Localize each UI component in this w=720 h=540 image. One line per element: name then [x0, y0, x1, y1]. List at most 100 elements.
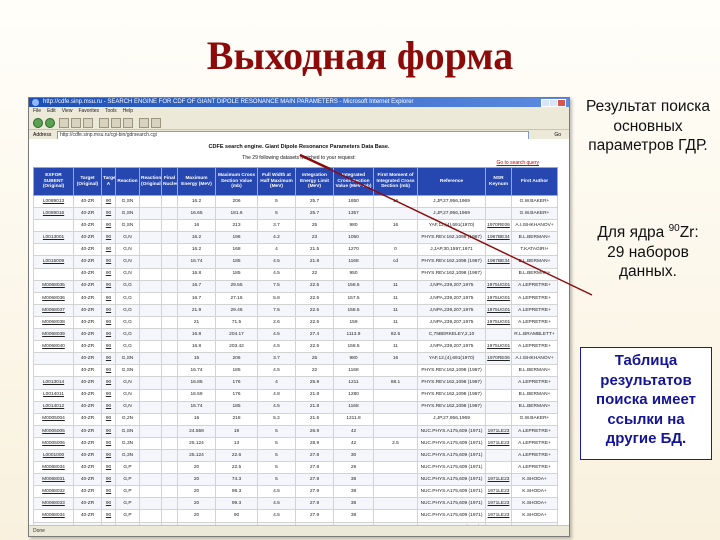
- table-cell[interactable]: 90: [101, 424, 116, 438]
- column-header[interactable]: Target A: [101, 167, 116, 196]
- table-cell[interactable]: M0068037: [33, 303, 74, 317]
- table-cell[interactable]: 1971LE23: [485, 509, 512, 523]
- menu-item[interactable]: Help: [123, 107, 133, 115]
- search-icon[interactable]: [99, 118, 109, 128]
- table-cell[interactable]: 1971LE23: [485, 473, 512, 487]
- table-cell[interactable]: 90: [101, 328, 116, 342]
- back-icon[interactable]: [33, 118, 43, 128]
- table-cell[interactable]: 1975UG01: [485, 291, 512, 305]
- table-cell[interactable]: 90: [101, 194, 116, 209]
- table-cell[interactable]: M0068040: [33, 340, 74, 354]
- table-cell: 42: [333, 436, 374, 450]
- table-cell[interactable]: 1970RE06: [485, 219, 512, 233]
- table-cell[interactable]: M0068034: [33, 509, 74, 523]
- menu-item[interactable]: Tools: [105, 107, 117, 115]
- column-header[interactable]: Integrated Cross Section Value (MeV*mb): [333, 167, 374, 196]
- search-query-link[interactable]: Go to search query: [496, 160, 539, 166]
- menu-item[interactable]: Edit: [47, 107, 56, 115]
- home-icon[interactable]: [83, 118, 93, 128]
- table-cell[interactable]: 90: [101, 207, 116, 221]
- table-cell[interactable]: 1971LE23: [485, 436, 512, 450]
- table-cell[interactable]: L0014011: [33, 388, 74, 402]
- table-cell[interactable]: 90: [101, 400, 116, 414]
- column-header[interactable]: Maximum Cross Section Value (mb): [215, 167, 258, 196]
- table-cell[interactable]: M0005006: [33, 436, 74, 450]
- table-cell[interactable]: 90: [101, 352, 116, 366]
- refresh-icon[interactable]: [71, 118, 81, 128]
- table-cell: [485, 448, 512, 463]
- table-cell[interactable]: 1971LE23: [485, 485, 512, 499]
- table-cell[interactable]: 90: [101, 509, 116, 523]
- table-cell[interactable]: 90: [101, 243, 116, 257]
- table-cell[interactable]: 90: [101, 279, 116, 293]
- column-header[interactable]: Maximum Energy (MeV): [177, 167, 216, 196]
- column-header[interactable]: First Moment of Integrated Cross Section…: [373, 167, 418, 196]
- mail-icon[interactable]: [139, 118, 149, 128]
- menu-item[interactable]: View: [62, 107, 73, 115]
- table-cell[interactable]: M0068033: [33, 497, 74, 511]
- table-cell[interactable]: M0068039: [33, 328, 74, 342]
- table-cell[interactable]: L0089013: [33, 194, 74, 209]
- table-cell[interactable]: L0013001: [33, 231, 74, 245]
- column-header[interactable]: Integration Energy Limit (MeV): [295, 167, 334, 196]
- table-cell[interactable]: L0013014: [33, 376, 74, 390]
- column-header[interactable]: EXFOR SUBENT (Original): [33, 167, 74, 196]
- stop-icon[interactable]: [59, 118, 69, 128]
- table-cell[interactable]: L0015009: [33, 255, 74, 269]
- table-cell[interactable]: 90: [101, 461, 116, 475]
- table-cell[interactable]: 90: [101, 340, 116, 354]
- table-cell[interactable]: 1975UG01: [485, 303, 512, 317]
- table-cell[interactable]: 90: [101, 473, 116, 487]
- column-header[interactable]: Full Width at Half Maximum (MeV): [257, 167, 296, 196]
- table-cell[interactable]: M0068036: [33, 291, 74, 305]
- table-cell[interactable]: 90: [101, 303, 116, 317]
- column-header[interactable]: Reference: [417, 167, 486, 196]
- history-icon[interactable]: [123, 118, 133, 128]
- table-cell[interactable]: L0089016: [33, 207, 74, 221]
- table-cell[interactable]: 1967BE34: [485, 255, 512, 269]
- column-header[interactable]: First Author: [511, 167, 558, 196]
- table-cell[interactable]: 90: [101, 376, 116, 390]
- table-cell[interactable]: M0068038: [33, 315, 74, 330]
- column-header[interactable]: Target (Original): [73, 167, 102, 196]
- table-cell[interactable]: 1975UG01: [485, 279, 512, 293]
- table-cell[interactable]: 90: [101, 412, 116, 426]
- table-cell[interactable]: M0005005: [33, 424, 74, 438]
- table-cell[interactable]: 1971LE23: [485, 497, 512, 511]
- table-cell[interactable]: 1971LE23: [485, 424, 512, 438]
- table-cell[interactable]: 90: [101, 267, 116, 281]
- column-header[interactable]: Final Nucleus: [161, 167, 178, 196]
- table-cell[interactable]: L0001000: [33, 448, 74, 463]
- table-cell[interactable]: 90: [101, 219, 116, 233]
- table-cell[interactable]: 90: [101, 315, 116, 330]
- table-cell[interactable]: 1975UG01: [485, 340, 512, 354]
- table-cell[interactable]: 90: [101, 448, 116, 463]
- column-header[interactable]: Reaction: [115, 167, 140, 196]
- table-cell[interactable]: 90: [101, 255, 116, 269]
- menu-item[interactable]: File: [33, 107, 41, 115]
- table-cell: [161, 485, 178, 499]
- table-cell[interactable]: 1970RE06: [485, 352, 512, 366]
- forward-icon[interactable]: [45, 118, 55, 128]
- table-cell[interactable]: 1975UG01: [485, 315, 512, 330]
- table-cell[interactable]: L0014012: [33, 400, 74, 414]
- table-cell[interactable]: 90: [101, 485, 116, 499]
- close-icon[interactable]: [557, 99, 566, 107]
- column-header[interactable]: Reaction (Original): [139, 167, 162, 196]
- table-cell[interactable]: 90: [101, 388, 116, 402]
- table-cell[interactable]: 90: [101, 364, 116, 378]
- table-cell[interactable]: M0068034: [33, 461, 74, 475]
- table-cell[interactable]: M0005004: [33, 412, 74, 426]
- favorites-icon[interactable]: [111, 118, 121, 128]
- table-cell[interactable]: 1967BE34: [485, 231, 512, 245]
- column-header[interactable]: NSR Keynum: [485, 167, 512, 196]
- table-cell[interactable]: 90: [101, 291, 116, 305]
- table-cell[interactable]: 90: [101, 497, 116, 511]
- table-cell[interactable]: M0068032: [33, 485, 74, 499]
- table-cell[interactable]: M0068035: [33, 279, 74, 293]
- menu-item[interactable]: Favorites: [78, 107, 99, 115]
- table-cell[interactable]: 90: [101, 436, 116, 450]
- table-cell[interactable]: M0068031: [33, 473, 74, 487]
- table-cell[interactable]: 90: [101, 231, 116, 245]
- print-icon[interactable]: [151, 118, 161, 128]
